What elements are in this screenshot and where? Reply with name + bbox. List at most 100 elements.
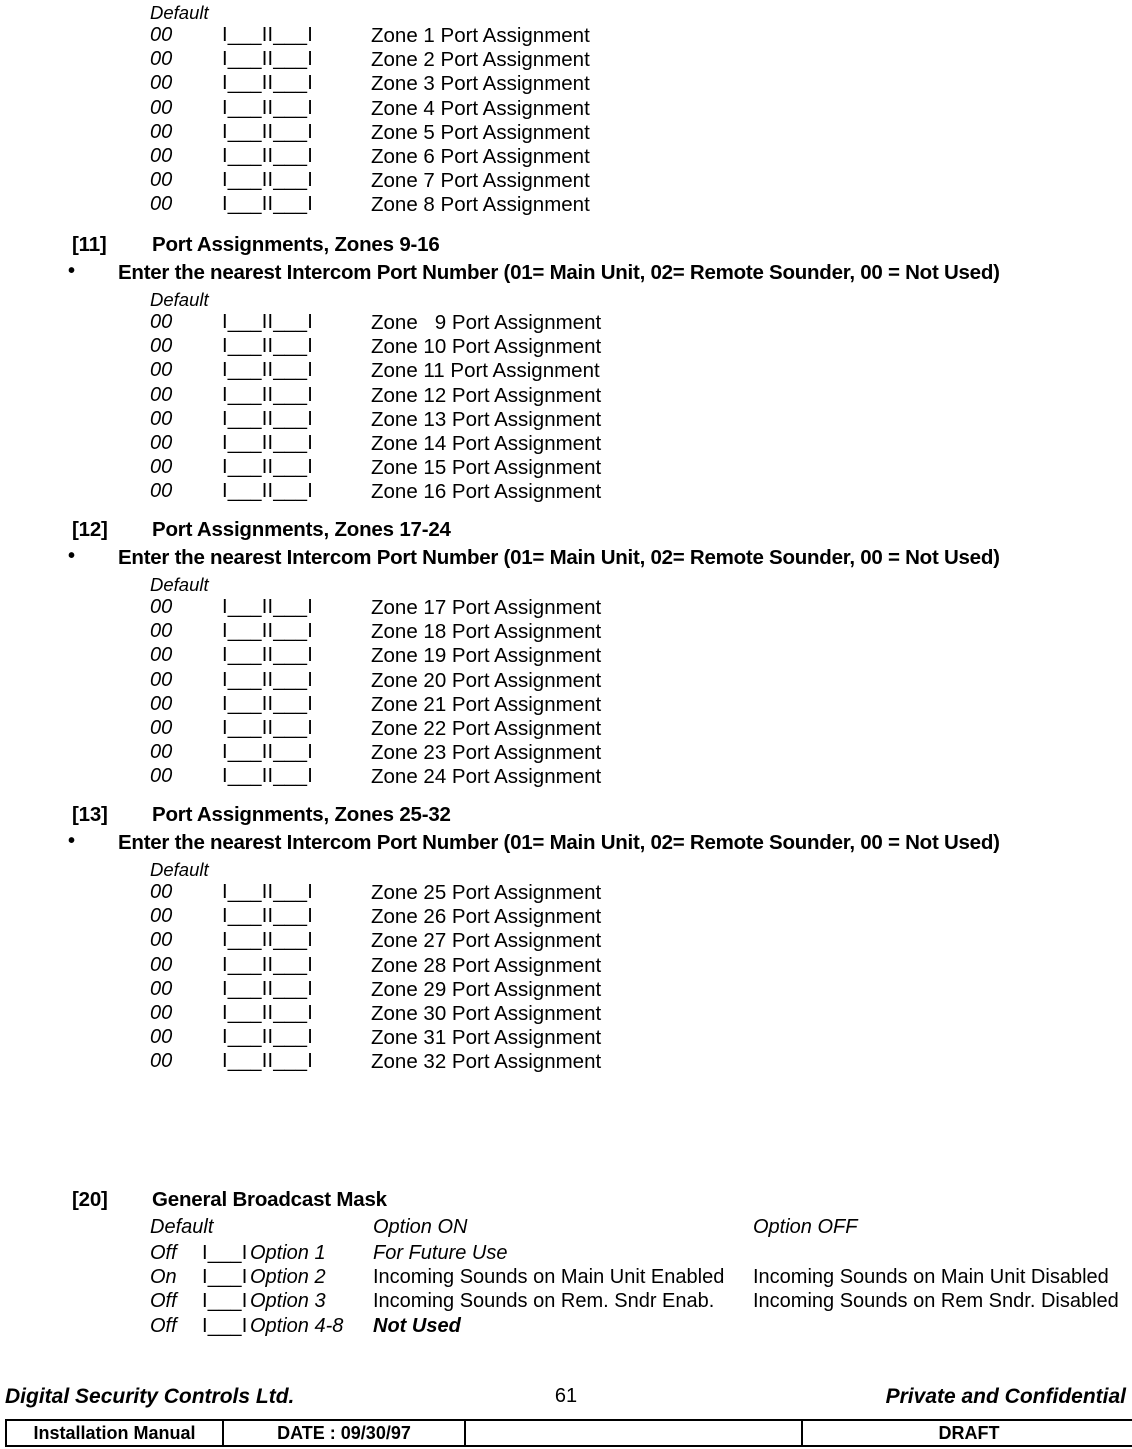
section-general-broadcast-mask: [20] General Broadcast Mask Default Opti… bbox=[0, 1188, 1132, 1339]
footer-cell-manual: Installation Manual bbox=[5, 1419, 224, 1447]
zone-row: 00 I___II___I Zone 21 Port Assignment bbox=[0, 693, 1132, 717]
mask-option-on-text: Not Used bbox=[373, 1314, 461, 1337]
default-column-label: Default bbox=[150, 859, 209, 880]
mask-row: Off I___I Option 3 Incoming Sounds on Re… bbox=[0, 1290, 1132, 1314]
zone-default-value: 00 bbox=[150, 359, 173, 382]
zone-label: Zone 30 Port Assignment bbox=[371, 1001, 602, 1025]
zone-row: 00 I___II___I Zone 6 Port Assignment bbox=[0, 145, 1132, 169]
mask-option-name: Option 1 bbox=[250, 1242, 326, 1264]
mask-option-field[interactable]: I___I bbox=[202, 1266, 247, 1289]
zone-port-field[interactable]: I___II___I bbox=[222, 145, 313, 168]
zone-port-field[interactable]: I___II___I bbox=[222, 1002, 313, 1025]
zone-label: Zone 4 Port Assignment bbox=[371, 96, 590, 120]
zone-port-field[interactable]: I___II___I bbox=[222, 169, 313, 192]
zone-default-value: 00 bbox=[150, 1026, 173, 1049]
zone-port-field[interactable]: I___II___I bbox=[222, 359, 313, 382]
mask-option-on-text: Incoming Sounds on Rem. Sndr Enab. bbox=[373, 1290, 715, 1313]
zone-default-value: 00 bbox=[150, 193, 173, 216]
zone-port-field[interactable]: I___II___I bbox=[222, 335, 313, 358]
zone-label: Zone 2 Port Assignment bbox=[371, 48, 590, 72]
zone-row: 00 I___II___I Zone 12 Port Assignment bbox=[0, 384, 1132, 408]
zone-port-field[interactable]: I___II___I bbox=[222, 905, 313, 928]
section-header: [12] Port Assignments, Zones 17-24 bbox=[0, 518, 1132, 546]
bullet-icon: • bbox=[68, 260, 75, 282]
footer-table: Installation Manual DATE : 09/30/97 DRAF… bbox=[5, 1419, 1132, 1447]
zone-row: 00 I___II___I Zone 7 Port Assignment bbox=[0, 169, 1132, 193]
zone-default-value: 00 bbox=[150, 1001, 173, 1024]
zone-port-field[interactable]: I___II___I bbox=[222, 929, 313, 952]
section-title: Port Assignments, Zones 17-24 bbox=[152, 518, 451, 541]
mask-default-value: Off bbox=[150, 1242, 177, 1264]
zone-port-field[interactable]: I___II___I bbox=[222, 717, 313, 740]
zone-default-value: 00 bbox=[150, 407, 173, 430]
zone-port-field[interactable]: I___II___I bbox=[222, 24, 313, 47]
mask-header-default: Default bbox=[150, 1216, 214, 1238]
zone-port-field[interactable]: I___II___I bbox=[222, 978, 313, 1001]
zone-port-field[interactable]: I___II___I bbox=[222, 456, 313, 479]
zone-label: Zone 12 Port Assignment bbox=[371, 383, 602, 407]
zone-port-field[interactable]: I___II___I bbox=[222, 741, 313, 764]
section-zones-1-8: Default 00 I___II___I Zone 1 Port Assign… bbox=[0, 2, 1132, 218]
page-footer: Digital Security Controls Ltd. 61 Privat… bbox=[0, 1385, 1132, 1415]
zone-port-field[interactable]: I___II___I bbox=[222, 669, 313, 692]
zone-port-field[interactable]: I___II___I bbox=[222, 1026, 313, 1049]
zone-row: 00 I___II___I Zone 13 Port Assignment bbox=[0, 408, 1132, 432]
zone-port-field[interactable]: I___II___I bbox=[222, 620, 313, 643]
zone-port-field[interactable]: I___II___I bbox=[222, 644, 313, 667]
zone-port-field[interactable]: I___II___I bbox=[222, 97, 313, 120]
zone-row: 00 I___II___I Zone 24 Port Assignment bbox=[0, 765, 1132, 789]
zone-port-field[interactable]: I___II___I bbox=[222, 596, 313, 619]
mask-option-field[interactable]: I___I bbox=[202, 1290, 247, 1313]
zone-default-value: 00 bbox=[150, 480, 173, 503]
zone-port-field[interactable]: I___II___I bbox=[222, 693, 313, 716]
zone-row: 00 I___II___I Zone 31 Port Assignment bbox=[0, 1026, 1132, 1050]
mask-default-value: Off bbox=[150, 1290, 177, 1313]
mask-option-field[interactable]: I___I bbox=[202, 1242, 247, 1265]
zone-port-field[interactable]: I___II___I bbox=[222, 48, 313, 71]
zone-port-field[interactable]: I___II___I bbox=[222, 765, 313, 788]
zone-label: Zone 27 Port Assignment bbox=[371, 929, 602, 953]
zone-label: Zone 24 Port Assignment bbox=[371, 765, 602, 789]
zone-default-value: 00 bbox=[150, 311, 173, 333]
zone-port-field[interactable]: I___II___I bbox=[222, 311, 313, 334]
mask-default-value: On bbox=[150, 1266, 177, 1289]
zone-label: Zone 16 Port Assignment bbox=[371, 480, 602, 504]
zone-default-value: 00 bbox=[150, 765, 173, 788]
section-instruction-text: Enter the nearest Intercom Port Number (… bbox=[118, 261, 1000, 284]
zone-row: 00 I___II___I Zone 32 Port Assignment bbox=[0, 1050, 1132, 1074]
zone-port-field[interactable]: I___II___I bbox=[222, 72, 313, 95]
footer-cell-blank bbox=[464, 1419, 803, 1447]
zone-port-field[interactable]: I___II___I bbox=[222, 193, 313, 216]
zone-row: 00 I___II___I Zone 30 Port Assignment bbox=[0, 1002, 1132, 1026]
mask-header-option-on: Option ON bbox=[373, 1216, 468, 1238]
zone-default-value: 00 bbox=[150, 668, 173, 691]
mask-option-field[interactable]: I___I bbox=[202, 1315, 247, 1338]
section-title: General Broadcast Mask bbox=[152, 1188, 387, 1211]
zone-default-value: 00 bbox=[150, 881, 173, 903]
zone-default-value: 00 bbox=[150, 905, 173, 928]
zone-label: Zone 7 Port Assignment bbox=[371, 169, 590, 193]
zone-default-value: 00 bbox=[150, 1050, 173, 1073]
zone-port-field[interactable]: I___II___I bbox=[222, 881, 313, 904]
zone-label: Zone 19 Port Assignment bbox=[371, 644, 602, 668]
zone-port-field[interactable]: I___II___I bbox=[222, 384, 313, 407]
zone-port-field[interactable]: I___II___I bbox=[222, 480, 313, 503]
zone-label: Zone 28 Port Assignment bbox=[371, 953, 602, 977]
zone-port-field[interactable]: I___II___I bbox=[222, 121, 313, 144]
zone-row: 00 I___II___I Zone 22 Port Assignment bbox=[0, 717, 1132, 741]
zone-row: 00 I___II___I Zone 10 Port Assignment bbox=[0, 335, 1132, 359]
zone-port-field[interactable]: I___II___I bbox=[222, 1050, 313, 1073]
document-page: Default 00 I___II___I Zone 1 Port Assign… bbox=[0, 0, 1132, 1449]
zone-default-value: 00 bbox=[150, 24, 173, 46]
zone-default-value: 00 bbox=[150, 692, 173, 715]
zone-row: 00 I___II___I Zone 17 Port Assignment bbox=[0, 596, 1132, 620]
zone-port-field[interactable]: I___II___I bbox=[222, 408, 313, 431]
zone-port-field[interactable]: I___II___I bbox=[222, 954, 313, 977]
zone-row: 00 I___II___I Zone 15 Port Assignment bbox=[0, 456, 1132, 480]
zone-row: 00 I___II___I Zone 29 Port Assignment bbox=[0, 978, 1132, 1002]
zone-label: Zone 13 Port Assignment bbox=[371, 407, 602, 431]
zone-label: Zone 26 Port Assignment bbox=[371, 905, 602, 929]
zone-port-field[interactable]: I___II___I bbox=[222, 432, 313, 455]
mask-row: On I___I Option 2 Incoming Sounds on Mai… bbox=[0, 1266, 1132, 1290]
zone-label: Zone 20 Port Assignment bbox=[371, 668, 602, 692]
